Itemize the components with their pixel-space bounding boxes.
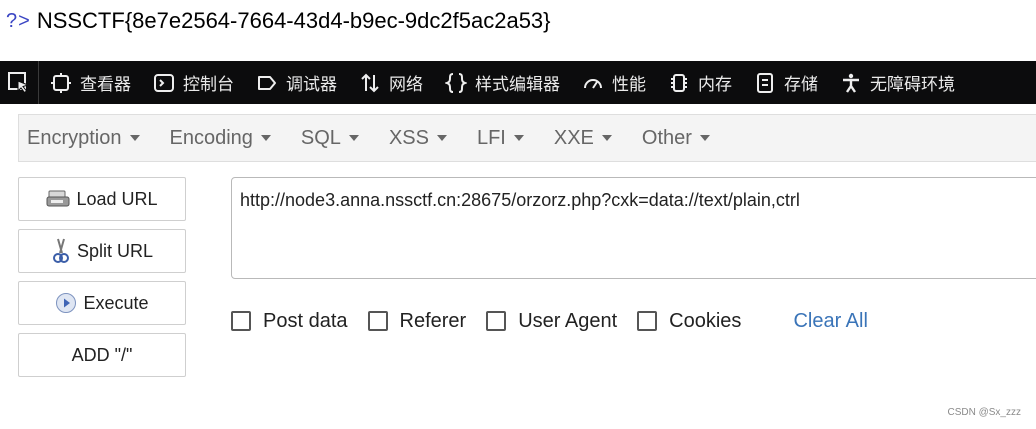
menu-lfi-label: LFI: [476, 126, 506, 149]
checkbox-box[interactable]: [367, 311, 388, 331]
cookies-label: Cookies: [669, 309, 742, 332]
tab-inspector-label: 查看器: [80, 75, 131, 95]
referer-checkbox[interactable]: Referer: [367, 309, 467, 333]
flag-text: NSSCTF{8e7e2564-7664-43d4-b9ec-9dc2f5ac2…: [36, 8, 551, 33]
split-url-button[interactable]: Split URL: [18, 229, 186, 273]
style-editor-icon: [445, 72, 467, 94]
tab-memory[interactable]: 内存: [657, 61, 743, 104]
menu-other[interactable]: Other: [634, 127, 718, 150]
element-picker-button[interactable]: [0, 61, 39, 104]
inspector-icon: [50, 72, 72, 94]
memory-icon: [668, 72, 690, 94]
accessibility-icon: [840, 72, 862, 94]
page-output: ?> NSSCTF{8e7e2564-7664-43d4-b9ec-9dc2f5…: [6, 6, 551, 36]
menu-sql-label: SQL: [300, 126, 341, 149]
tab-debugger[interactable]: 调试器: [245, 61, 348, 104]
caret-down-icon: [601, 135, 612, 141]
menu-xxe[interactable]: XXE: [546, 127, 620, 150]
execute-button[interactable]: Execute: [18, 281, 186, 325]
network-icon: [359, 72, 381, 94]
url-textarea[interactable]: http://node3.anna.nssctf.cn:28675/orzorz…: [231, 177, 1036, 279]
split-url-label: Split URL: [76, 240, 154, 261]
tab-debugger-label: 调试器: [286, 75, 337, 95]
php-close-tag: ?>: [6, 9, 31, 32]
menu-xss[interactable]: XSS: [381, 127, 455, 150]
checkbox-box[interactable]: [231, 311, 251, 331]
load-url-button[interactable]: Load URL: [18, 177, 186, 221]
tab-console[interactable]: 控制台: [142, 61, 245, 104]
element-picker-icon: [8, 71, 30, 93]
post-data-checkbox[interactable]: Post data: [231, 310, 348, 333]
checkbox-box[interactable]: [637, 311, 658, 331]
add-slash-label: ADD "/": [71, 344, 133, 365]
caret-down-icon: [699, 135, 710, 141]
menu-encryption-label: Encryption: [27, 126, 122, 149]
devtools-toolbar: 查看器 控制台 调试器 网络 样式编辑器 性能 内存 存储 无障碍环境: [0, 61, 1036, 104]
tab-network-label: 网络: [389, 75, 423, 95]
url-value: http://node3.anna.nssctf.cn:28675/orzorz…: [240, 190, 800, 210]
tab-storage-label: 存储: [784, 75, 818, 95]
menu-other-label: Other: [641, 126, 692, 149]
tab-console-label: 控制台: [183, 75, 234, 95]
tab-style-editor-label: 样式编辑器: [475, 75, 560, 95]
menu-xss-label: XSS: [388, 126, 429, 149]
tab-style-editor[interactable]: 样式编辑器: [434, 61, 571, 104]
load-url-label: Load URL: [76, 188, 158, 209]
hackbar-menu: Encryption Encoding SQL XSS LFI XXE Othe…: [18, 114, 1036, 162]
menu-xxe-label: XXE: [553, 126, 594, 149]
scissors-icon: [51, 238, 71, 264]
performance-icon: [582, 72, 604, 94]
user-agent-checkbox[interactable]: User Agent: [486, 310, 617, 333]
caret-down-icon: [513, 135, 524, 141]
caret-down-icon: [436, 135, 447, 141]
clear-all-link[interactable]: Clear All: [793, 310, 867, 333]
user-agent-label: User Agent: [518, 309, 618, 332]
tab-performance[interactable]: 性能: [571, 61, 657, 104]
tab-storage[interactable]: 存储: [743, 61, 829, 104]
storage-icon: [754, 72, 776, 94]
tab-inspector[interactable]: 查看器: [39, 61, 142, 104]
add-slash-button[interactable]: ADD "/": [18, 333, 186, 377]
menu-encryption[interactable]: Encryption: [19, 127, 148, 150]
menu-lfi[interactable]: LFI: [469, 127, 532, 150]
tab-accessibility-label: 无障碍环境: [870, 75, 955, 95]
tab-performance-label: 性能: [612, 75, 646, 95]
tab-memory-label: 内存: [698, 75, 732, 95]
debugger-icon: [256, 72, 278, 94]
tab-network[interactable]: 网络: [348, 61, 434, 104]
request-options: Post data Referer User Agent Cookies Cle…: [231, 306, 868, 336]
tab-accessibility[interactable]: 无障碍环境: [829, 61, 966, 104]
play-icon: [55, 292, 77, 314]
menu-encoding-label: Encoding: [169, 126, 253, 149]
menu-sql[interactable]: SQL: [293, 127, 367, 150]
menu-encoding[interactable]: Encoding: [162, 127, 279, 150]
watermark: CSDN @Sx_zzz: [947, 407, 1022, 418]
caret-down-icon: [260, 135, 271, 141]
console-icon: [153, 72, 175, 94]
referer-label: Referer: [399, 309, 467, 332]
execute-label: Execute: [83, 292, 149, 313]
load-url-icon: [46, 189, 70, 209]
cookies-checkbox[interactable]: Cookies: [637, 310, 741, 333]
caret-down-icon: [348, 135, 359, 141]
post-data-label: Post data: [263, 309, 348, 332]
caret-down-icon: [129, 135, 140, 141]
checkbox-box[interactable]: [486, 311, 507, 331]
